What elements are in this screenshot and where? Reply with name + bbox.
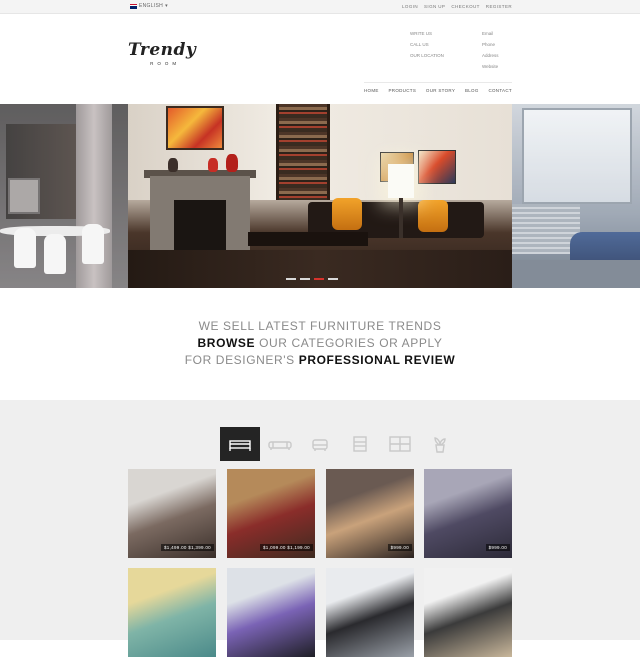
fireplace — [150, 176, 250, 256]
register-link[interactable]: REGISTER — [486, 4, 512, 9]
contact-line: WRITE US — [410, 31, 432, 36]
nav-item-products[interactable]: PRODUCTS — [388, 88, 416, 93]
account-links: LOGIN SIGN UP CHECKOUT REGISTER — [402, 4, 512, 9]
checkout-link[interactable]: CHECKOUT — [451, 4, 479, 9]
language-label: ENGLISH — [139, 3, 164, 9]
lamp — [388, 164, 414, 198]
product-card[interactable] — [424, 568, 512, 657]
price-tag: $1,499.00 $1,399.00 — [161, 544, 214, 551]
plant-icon — [434, 437, 446, 453]
contact-info-right: Email Phone Address Website — [482, 28, 499, 72]
language-selector[interactable]: ENGLISH ▾ — [130, 3, 168, 9]
price-tag: $999.00 — [485, 544, 510, 551]
contact-line: Address — [482, 53, 499, 58]
armchair-icon — [312, 439, 328, 451]
slider-pagination — [286, 278, 338, 280]
previous-slide-preview[interactable] — [0, 104, 128, 288]
bookshelf-icon — [389, 436, 411, 452]
product-card[interactable] — [227, 568, 315, 657]
sign-up-link[interactable]: SIGN UP — [424, 4, 445, 9]
contact-line: Website — [482, 64, 499, 69]
tagline-line-3-pre: FOR DESIGNER'S — [184, 353, 299, 367]
vase — [168, 158, 178, 172]
slider-dot[interactable] — [314, 278, 324, 280]
contact-line: CALL US — [410, 42, 429, 47]
flag-icon — [130, 3, 137, 9]
product-card[interactable]: $1,499.00 $1,399.00 — [128, 469, 216, 558]
coffee-table — [248, 232, 368, 246]
sofa-icon — [268, 441, 292, 450]
product-card[interactable] — [326, 568, 414, 657]
catalog-section: $1,499.00 $1,399.00 $1,099.00 $1,199.00 $9… — [0, 400, 640, 657]
login-link[interactable]: LOGIN — [402, 4, 418, 9]
tab-beds[interactable] — [220, 427, 260, 461]
nav-item-contact[interactable]: CONTACT — [488, 88, 512, 93]
next-slide-preview[interactable] — [512, 104, 640, 288]
bookshelf — [276, 104, 330, 200]
logo[interactable]: Trendy ROOM — [128, 40, 196, 66]
nav-item-our-story[interactable]: OUR STORY — [426, 88, 455, 93]
product-card[interactable]: $1,099.00 $1,199.00 — [227, 469, 315, 558]
vase — [208, 158, 218, 172]
vase — [226, 154, 238, 172]
tagline-browse: BROWSE — [197, 336, 256, 350]
product-image — [326, 568, 414, 657]
slide-overlay — [0, 104, 128, 288]
painting — [166, 106, 224, 150]
rug — [128, 250, 512, 288]
top-bar: ENGLISH ▾ LOGIN SIGN UP CHECKOUT REGISTE… — [0, 0, 640, 14]
current-slide-image — [128, 104, 512, 288]
slider-dot[interactable] — [286, 278, 296, 280]
armchair — [332, 198, 362, 230]
tab-bookshelves[interactable] — [380, 427, 420, 461]
chevron-down-icon: ▾ — [165, 3, 168, 9]
logo-subtitle: ROOM — [150, 61, 181, 66]
tab-cabinets[interactable] — [340, 427, 380, 461]
contact-info-left: WRITE US CALL US OUR LOCATION — [410, 28, 444, 61]
tagline-line-2-rest: OUR CATEGORIES OR APPLY — [255, 336, 443, 350]
product-image — [424, 568, 512, 657]
tagline-line-2: BROWSE OUR CATEGORIES OR APPLY — [0, 335, 640, 352]
product-image — [227, 568, 315, 657]
tagline-professional-review: PROFESSIONAL REVIEW — [298, 353, 456, 367]
category-tabs — [220, 427, 460, 461]
price-tag: $999.00 — [387, 544, 412, 551]
tagline-line-1: WE SELL LATEST FURNITURE TRENDS — [198, 319, 442, 333]
nav-item-home[interactable]: HOME — [364, 88, 379, 93]
slider-dot[interactable] — [328, 278, 338, 280]
tagline-line-3: FOR DESIGNER'S PROFESSIONAL REVIEW — [0, 352, 640, 369]
lamp-stand — [399, 198, 403, 238]
tab-armchairs[interactable] — [300, 427, 340, 461]
contact-line: Email — [482, 31, 494, 36]
slider-dot[interactable] — [300, 278, 310, 280]
price-tag: $1,099.00 $1,199.00 — [260, 544, 313, 551]
product-card[interactable]: $999.00 — [424, 469, 512, 558]
tab-sofas[interactable] — [260, 427, 300, 461]
hero-slider[interactable] — [0, 104, 640, 288]
contact-line: Phone — [482, 42, 496, 47]
logo-title: Trendy — [128, 40, 197, 60]
slide-overlay — [512, 104, 640, 288]
bed-icon — [229, 440, 251, 451]
painting — [418, 150, 456, 184]
product-image — [128, 568, 216, 657]
product-card[interactable]: $999.00 — [326, 469, 414, 558]
contact-line: OUR LOCATION — [410, 53, 444, 58]
site-header: Trendy ROOM WRITE US CALL US OUR LOCATIO… — [0, 14, 640, 98]
armchair — [418, 200, 448, 232]
cabinet-icon — [353, 436, 367, 452]
tab-decor[interactable] — [420, 427, 460, 461]
product-card[interactable] — [128, 568, 216, 657]
tagline: WE SELL LATEST FURNITURE TRENDS BROWSE O… — [0, 318, 640, 369]
main-nav: HOME PRODUCTS OUR STORY BLOG CONTACT — [364, 82, 512, 98]
nav-item-blog[interactable]: BLOG — [465, 88, 479, 93]
